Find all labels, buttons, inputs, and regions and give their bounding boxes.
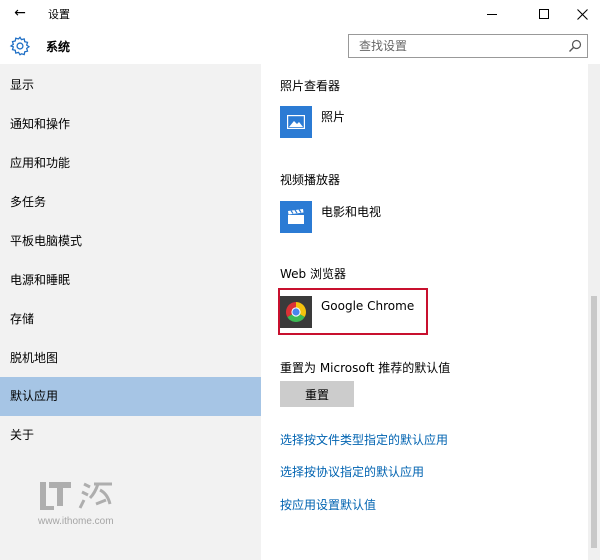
photo-viewer-app-name: 照片	[321, 109, 346, 124]
back-arrow-icon[interactable]: ←	[6, 2, 34, 26]
window-title: 设置	[48, 8, 70, 21]
highlight-box	[278, 288, 428, 335]
sidebar-item-notifications[interactable]: 通知和操作	[0, 105, 261, 144]
sidebar-item-power-sleep[interactable]: 电源和睡眠	[0, 261, 261, 300]
title-bar: ← 设置	[0, 0, 600, 28]
sidebar-nav: 显示 通知和操作 应用和功能 多任务 平板电脑模式 电源和睡眠 存储 脱机地图 …	[0, 64, 261, 560]
maximize-button[interactable]	[526, 0, 562, 28]
sidebar-item-offline-maps[interactable]: 脱机地图	[0, 339, 261, 378]
sidebar-item-display[interactable]: 显示	[0, 66, 261, 105]
photo-viewer-heading: 照片查看器	[280, 79, 341, 93]
default-apps-panel: 照片查看器 照片 视频播放器 电影和电视 Web 浏览器 Google Chro…	[261, 64, 588, 560]
video-player-app-name: 电影和电视	[321, 204, 382, 219]
minimize-icon	[487, 13, 497, 15]
link-choose-by-protocol[interactable]: 选择按协议指定的默认应用	[280, 463, 424, 480]
search-box[interactable]	[348, 34, 588, 58]
search-input[interactable]	[349, 35, 559, 57]
reset-button[interactable]: 重置	[280, 381, 354, 407]
sidebar-item-about[interactable]: 关于	[0, 416, 261, 455]
reset-heading: 重置为 Microsoft 推荐的默认值	[280, 361, 451, 375]
sidebar-item-storage[interactable]: 存储	[0, 300, 261, 339]
photo-viewer-app[interactable]: 照片	[280, 101, 345, 143]
sidebar-item-multitasking[interactable]: 多任务	[0, 183, 261, 222]
photos-icon	[280, 106, 312, 138]
gear-icon	[9, 36, 31, 56]
content-scrollbar[interactable]	[588, 64, 600, 560]
maximize-icon	[539, 9, 549, 19]
sidebar-item-tablet-mode[interactable]: 平板电脑模式	[0, 222, 261, 261]
ithome-watermark: www.ithome.com	[38, 478, 138, 534]
sidebar-item-default-apps[interactable]: 默认应用	[0, 377, 261, 416]
section-title: 系统	[46, 40, 71, 54]
close-icon	[576, 8, 588, 20]
video-player-heading: 视频播放器	[280, 173, 341, 187]
link-choose-by-file-type[interactable]: 选择按文件类型指定的默认应用	[280, 431, 448, 448]
search-icon[interactable]	[567, 38, 583, 54]
watermark-url: www.ithome.com	[38, 516, 114, 527]
minimize-button[interactable]	[474, 0, 510, 28]
close-button[interactable]	[564, 0, 600, 28]
movies-tv-icon	[280, 201, 312, 233]
ithome-logo	[40, 482, 112, 510]
settings-header: 系统	[0, 28, 600, 64]
web-browser-heading: Web 浏览器	[280, 267, 346, 281]
video-player-app[interactable]: 电影和电视	[280, 196, 381, 238]
link-set-defaults-by-app[interactable]: 按应用设置默认值	[280, 496, 376, 513]
sidebar-item-apps-features[interactable]: 应用和功能	[0, 144, 261, 183]
scrollbar-thumb[interactable]	[591, 296, 597, 548]
